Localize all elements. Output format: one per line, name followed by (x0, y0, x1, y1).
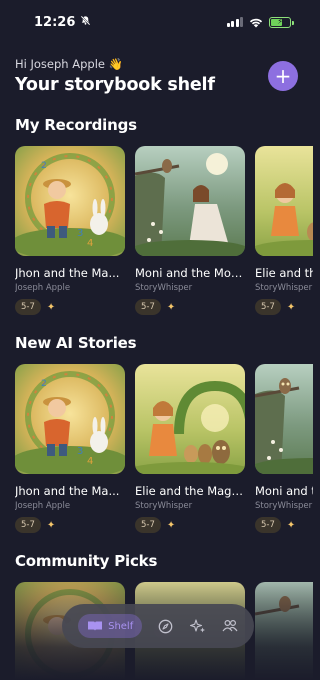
story-card[interactable] (255, 582, 313, 680)
status-time: 12:26 (34, 14, 76, 30)
story-author: StoryWhisper (135, 283, 193, 293)
wifi-icon (249, 13, 263, 32)
section-title: Community Picks (15, 552, 158, 570)
svg-text:2: 2 (41, 161, 47, 171)
story-cover-boy-bunny: 3 4 2 (15, 364, 125, 474)
story-cover-owl-forest (255, 582, 313, 680)
svg-text:2: 2 (41, 379, 47, 389)
ai-sparkle-icon: ✦ (166, 519, 176, 531)
svg-text:3: 3 (77, 228, 83, 239)
story-title: Elie and the Magi... (135, 484, 245, 498)
tab-shelf[interactable]: Shelf (78, 614, 143, 638)
ai-sparkle-icon: ✦ (286, 301, 296, 313)
story-cover-girl-garden-arch (135, 364, 245, 474)
story-title: Jhon and the Ma... (15, 484, 120, 498)
story-cover-owl-forest (255, 364, 313, 474)
age-badge: 5-7 (135, 299, 161, 315)
story-author: StoryWhisper (255, 501, 313, 511)
age-badge: 5-7 (15, 517, 41, 533)
status-bar: 12:26 ⚡ (0, 0, 313, 44)
story-author: StoryWhisper (255, 283, 313, 293)
tab-create[interactable] (189, 618, 206, 634)
section-title: New AI Stories (15, 334, 137, 352)
section-title: My Recordings (15, 116, 137, 134)
story-card[interactable]: Elie and the Magi... StoryWhisper 5-7 ✦ (135, 364, 245, 533)
story-title: Jhon and the Ma... (15, 266, 120, 280)
svg-text:3: 3 (77, 446, 83, 457)
age-badge: 5-7 (255, 299, 281, 315)
card-row[interactable]: 3 4 2 Jhon and the Ma... Joseph Apple 5-… (15, 364, 313, 533)
plus-icon: + (274, 64, 292, 88)
greeting-text: Hi Joseph Apple 👋 (15, 57, 123, 71)
story-title: Moni and the Moo... (135, 266, 245, 280)
story-cover-girl-animals (255, 146, 313, 256)
sparkles-icon (189, 618, 206, 634)
svg-text:4: 4 (87, 238, 93, 249)
add-story-button[interactable]: + (268, 61, 298, 91)
compass-icon (158, 619, 173, 634)
ai-sparkle-icon: ✦ (166, 301, 176, 313)
ai-sparkle-icon: ✦ (46, 519, 56, 531)
tab-explore[interactable] (158, 619, 173, 634)
card-row[interactable]: 3 4 2 Jhon and the Ma... Joseph Apple 5-… (15, 146, 313, 315)
header: Hi Joseph Apple 👋 Your storybook shelf (15, 57, 298, 95)
ai-sparkle-icon: ✦ (286, 519, 296, 531)
bottom-tab-bar: Shelf (62, 604, 254, 648)
svg-text:4: 4 (87, 456, 93, 467)
section-new-ai-stories: New AI Stories 3 4 2 Jhon and the Ma... … (15, 334, 313, 533)
mute-bell-icon (80, 15, 91, 30)
people-icon (222, 619, 238, 633)
story-author: Joseph Apple (15, 501, 71, 511)
story-author: Joseph Apple (15, 283, 71, 293)
story-card[interactable]: 3 4 2 Jhon and the Ma... Joseph Apple 5-… (15, 146, 125, 315)
story-card[interactable]: Elie and the Magi... StoryWhisper 5-7 ✦ (255, 146, 313, 315)
age-badge: 5-7 (15, 299, 41, 315)
story-card[interactable]: Moni and the Moo... StoryWhisper 5-7 ✦ (135, 146, 245, 315)
story-card[interactable]: Moni and the Moo... StoryWhisper 5-7 ✦ (255, 364, 313, 533)
story-title: Elie and the Magi... (255, 266, 313, 280)
tab-shelf-label: Shelf (108, 620, 134, 632)
book-icon (87, 620, 103, 632)
story-cover-girl-moon (135, 146, 245, 256)
section-my-recordings: My Recordings 3 4 2 Jhon and the Ma... J… (15, 116, 313, 315)
story-title: Moni and the Moo... (255, 484, 313, 498)
age-badge: 5-7 (255, 517, 281, 533)
tab-community[interactable] (222, 619, 238, 633)
age-badge: 5-7 (135, 517, 161, 533)
story-card[interactable]: 3 4 2 Jhon and the Ma... Joseph Apple 5-… (15, 364, 125, 533)
ai-sparkle-icon: ✦ (46, 301, 56, 313)
cellular-signal-icon (226, 17, 243, 27)
battery-charging-icon: ⚡ (269, 16, 294, 28)
story-cover-boy-bunny: 3 4 2 (15, 146, 125, 256)
page-title: Your storybook shelf (15, 75, 215, 95)
story-author: StoryWhisper (135, 501, 193, 511)
